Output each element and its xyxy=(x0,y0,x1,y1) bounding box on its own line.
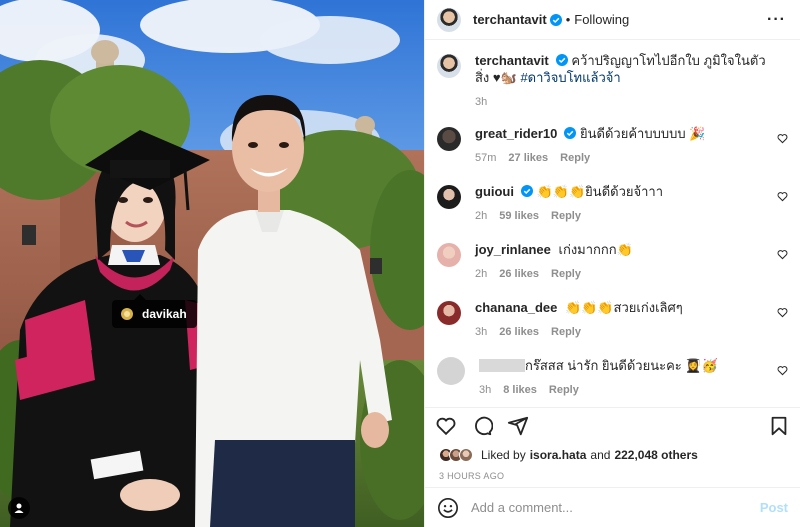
comment-body: great_rider10 ยินดีด้วยค้าบบบบบ 🎉 57m 27… xyxy=(475,125,766,167)
liker-avatars xyxy=(439,448,473,462)
photo-user-tag[interactable]: davikah xyxy=(112,294,197,328)
comment-time: 2h xyxy=(475,268,488,280)
caption-hashtag[interactable]: #ดาวิจบโทแล้วจ้า xyxy=(520,70,620,85)
photo-scene xyxy=(0,0,424,527)
add-comment-bar: Post xyxy=(425,487,800,527)
post-header: terchantavit • Following ··· xyxy=(425,0,800,40)
comment-body: กร๊สสส น่ารัก ยินดีด้วยนะคะ 👩‍🎓🥳 3h 8 li… xyxy=(479,357,766,399)
share-send-icon[interactable] xyxy=(507,415,529,437)
comment-meta: 3h 8 likes Reply xyxy=(479,382,766,399)
comment-avatar[interactable] xyxy=(437,243,461,267)
caption-time: 3h xyxy=(475,96,488,108)
photo-user-tag-name: davikah xyxy=(142,307,187,321)
comment-text-line: joy_rinlanee เก่งมากกก👏 xyxy=(475,241,766,258)
comment-item: great_rider10 ยินดีด้วยค้าบบบบบ 🎉 57m 27… xyxy=(437,125,788,167)
author-username[interactable]: terchantavit xyxy=(473,12,547,27)
save-bookmark-icon[interactable] xyxy=(768,415,790,437)
comment-likes[interactable]: 26 likes xyxy=(499,266,539,283)
reply-button[interactable]: Reply xyxy=(551,324,581,341)
comment-input[interactable] xyxy=(471,500,760,515)
likes-summary: Liked by isora.hata and 222,048 others xyxy=(425,443,800,465)
comment-text-line: guioui 👏👏👏ยินดีด้วยจ้าาา xyxy=(475,183,766,200)
comment-text: ยินดีด้วยค้าบบบบบ 🎉 xyxy=(580,126,706,141)
comment-item: guioui 👏👏👏ยินดีด้วยจ้าาา 2h 59 likes Rep… xyxy=(437,183,788,225)
like-comment-heart-icon[interactable] xyxy=(777,307,788,318)
caption-username[interactable]: terchantavit xyxy=(475,53,549,68)
like-comment-heart-icon[interactable] xyxy=(777,133,788,144)
comment-item: joy_rinlanee เก่งมากกก👏 2h 26 likes Repl… xyxy=(437,241,788,283)
reply-button[interactable]: Reply xyxy=(551,208,581,225)
likes-user[interactable]: isora.hata xyxy=(530,448,587,462)
comment-username[interactable]: joy_rinlanee xyxy=(475,242,551,257)
caption-meta: 3h xyxy=(475,94,766,111)
comment-text-line: great_rider10 ยินดีด้วยค้าบบบบบ 🎉 xyxy=(475,125,766,142)
likes-prefix: Liked by xyxy=(481,448,526,462)
more-options-icon[interactable]: ··· xyxy=(767,11,786,29)
following-button[interactable]: Following xyxy=(574,12,629,27)
like-comment-heart-icon[interactable] xyxy=(777,365,788,376)
post-time-ago: 3 HOURS AGO xyxy=(439,471,505,481)
comment-username[interactable]: great_rider10 xyxy=(475,126,557,141)
emoji-smiley-icon[interactable] xyxy=(437,497,459,519)
post-actions-bar xyxy=(425,407,800,443)
author-avatar[interactable] xyxy=(437,7,461,32)
caption-body: terchantavit คว้าปริญญาโทไปอีกใบ ภูมิใจใ… xyxy=(475,52,766,111)
like-comment-heart-icon[interactable] xyxy=(777,191,788,202)
comments-list[interactable]: terchantavit คว้าปริญญาโทไปอีกใบ ภูมิใจใ… xyxy=(425,40,800,407)
post-caption: terchantavit คว้าปริญญาโทไปอีกใบ ภูมิใจใ… xyxy=(437,52,788,111)
comment-username[interactable]: chanana_dee xyxy=(475,300,557,315)
likes-others[interactable]: 222,048 others xyxy=(614,448,697,462)
user-icon xyxy=(14,503,24,513)
post-side-panel: terchantavit • Following ··· terchantavi… xyxy=(424,0,800,527)
comment-text: เก่งมากกก👏 xyxy=(558,242,633,257)
comment-text-line: chanana_dee 👏👏👏สวยเก่งเลิศๆ xyxy=(475,299,766,316)
comment-time: 2h xyxy=(475,210,488,222)
comment-time: 3h xyxy=(479,384,492,396)
caption-text-line: terchantavit คว้าปริญญาโทไปอีกใบ ภูมิใจใ… xyxy=(475,52,766,86)
comment-time: 3h xyxy=(475,326,488,338)
likes-joiner: and xyxy=(590,448,611,462)
like-comment-heart-icon[interactable] xyxy=(777,249,788,260)
comment-text: 👏👏👏สวยเก่งเลิศๆ xyxy=(565,300,683,315)
post-comment-button[interactable]: Post xyxy=(760,500,788,515)
redacted-username xyxy=(479,359,525,372)
comment-meta: 57m 27 likes Reply xyxy=(475,150,766,167)
comment-time: 57m xyxy=(475,152,497,164)
comment-body: chanana_dee 👏👏👏สวยเก่งเลิศๆ 3h 26 likes … xyxy=(475,299,766,341)
comment-avatar[interactable] xyxy=(437,185,461,209)
tag-avatar-icon xyxy=(121,308,133,320)
comment-avatar[interactable] xyxy=(437,357,465,385)
reply-button[interactable]: Reply xyxy=(560,150,590,167)
comment-item: กร๊สสส น่ารัก ยินดีด้วยนะคะ 👩‍🎓🥳 3h 8 li… xyxy=(437,357,788,399)
verified-badge-icon xyxy=(555,54,568,66)
header-separator: • xyxy=(565,12,571,27)
comment-body: guioui 👏👏👏ยินดีด้วยจ้าาา 2h 59 likes Rep… xyxy=(475,183,766,225)
tagged-users-button[interactable] xyxy=(8,497,30,519)
comment-text: กร๊สสส น่ารัก ยินดีด้วยนะคะ 👩‍🎓🥳 xyxy=(525,358,718,373)
comment-text-line: กร๊สสส น่ารัก ยินดีด้วยนะคะ 👩‍🎓🥳 xyxy=(479,357,766,374)
comment-meta: 2h 26 likes Reply xyxy=(475,266,766,283)
comment-meta: 2h 59 likes Reply xyxy=(475,208,766,225)
comment-item: chanana_dee 👏👏👏สวยเก่งเลิศๆ 3h 26 likes … xyxy=(437,299,788,341)
comment-likes[interactable]: 27 likes xyxy=(508,150,548,167)
comment-likes[interactable]: 8 likes xyxy=(503,382,537,399)
comment-likes[interactable]: 26 likes xyxy=(499,324,539,341)
verified-badge-icon xyxy=(549,13,562,26)
post-modal: davikah terchantavit • Following ··· ter… xyxy=(0,0,800,527)
comment-bubble-icon[interactable] xyxy=(471,415,493,437)
comment-avatar[interactable] xyxy=(437,127,461,151)
comment-username[interactable]: guioui xyxy=(475,184,514,199)
reply-button[interactable]: Reply xyxy=(551,266,581,283)
caption-avatar[interactable] xyxy=(437,54,461,78)
like-heart-icon[interactable] xyxy=(435,415,457,437)
post-photo[interactable]: davikah xyxy=(0,0,424,527)
comment-meta: 3h 26 likes Reply xyxy=(475,324,766,341)
comment-text: 👏👏👏ยินดีด้วยจ้าาา xyxy=(536,184,664,199)
verified-badge-icon xyxy=(564,127,577,139)
comment-body: joy_rinlanee เก่งมากกก👏 2h 26 likes Repl… xyxy=(475,241,766,283)
comment-likes[interactable]: 59 likes xyxy=(499,208,539,225)
verified-badge-icon xyxy=(521,185,533,197)
comment-avatar[interactable] xyxy=(437,301,461,325)
reply-button[interactable]: Reply xyxy=(549,382,579,399)
